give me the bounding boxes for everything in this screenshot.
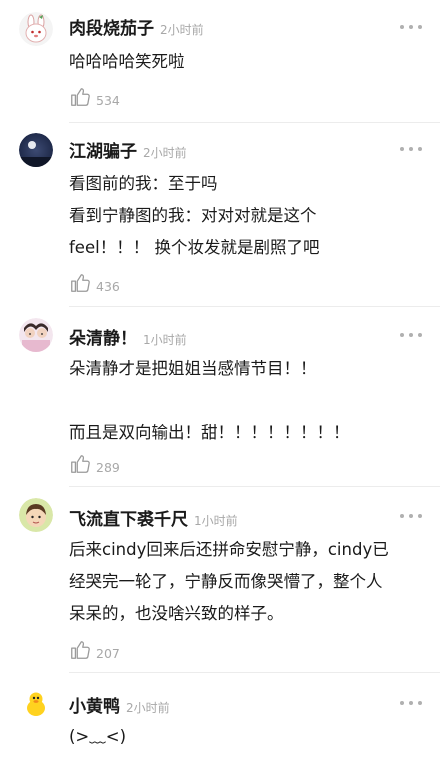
comment-line: 朵清静才是把姐姐当感情节目！！ xyxy=(69,359,317,378)
comment-header: 小黄鸭 2小时前 xyxy=(69,692,170,717)
like-count: 207 xyxy=(96,646,120,661)
timestamp: 1小时前 xyxy=(194,514,238,528)
username[interactable]: 肉段烧茄子 xyxy=(69,14,154,39)
thumbs-up-icon xyxy=(71,274,90,292)
comment-header: 飞流直下裘千尺 1小时前 xyxy=(69,505,238,530)
comment-text: 看图前的我：至于吗 看到宁静图的我：对对对就是这个 feel！！！ 换个妆发就是… xyxy=(69,168,426,264)
like-button[interactable]: 534 xyxy=(69,86,120,108)
more-dots-icon[interactable] xyxy=(400,145,422,153)
timestamp: 2小时前 xyxy=(126,701,170,715)
comment-line xyxy=(69,385,426,417)
comment-line: 看到宁静图的我：对对对就是这个 xyxy=(69,206,317,225)
comment-line: 呆呆的，也没啥兴致的样子。 xyxy=(69,604,284,623)
comment-line: (>﹏<) xyxy=(69,727,127,746)
comment-line: 看图前的我：至于吗 xyxy=(69,174,218,193)
comment-item: 江湖骗子 2小时前 看图前的我：至于吗 看到宁静图的我：对对对就是这个 feel… xyxy=(0,123,440,303)
comment-item: 朵清静！ 1小时前 朵清静才是把姐姐当感情节目！！ 而且是双向输出！甜！！！！！… xyxy=(0,307,440,485)
more-dots-icon[interactable] xyxy=(400,699,422,707)
comment-line: 哈哈哈哈笑死啦 xyxy=(69,52,185,71)
child-photo-avatar-icon[interactable] xyxy=(19,498,53,532)
comment-text: 哈哈哈哈笑死啦 xyxy=(69,46,426,78)
comment-header: 江湖骗子 2小时前 xyxy=(69,137,187,162)
more-dots-icon[interactable] xyxy=(400,23,422,31)
comment-line: 经哭完一轮了，宁静反而像哭懵了，整个人 xyxy=(69,572,383,591)
comment-item: 小黄鸭 2小时前 (>﹏<) xyxy=(0,673,440,759)
comment-text: (>﹏<) xyxy=(69,721,426,753)
moon-night-avatar-icon[interactable] xyxy=(19,133,53,167)
username[interactable]: 飞流直下裘千尺 xyxy=(69,505,188,530)
timestamp: 2小时前 xyxy=(160,23,204,37)
thumbs-up-icon xyxy=(71,88,90,106)
comment-item: 肉段烧茄子 2小时前 哈哈哈哈笑死啦 534 xyxy=(0,0,440,120)
timestamp: 2小时前 xyxy=(143,146,187,160)
like-button[interactable]: 207 xyxy=(69,639,120,661)
comment-header: 肉段烧茄子 2小时前 xyxy=(69,14,204,39)
comment-text: 后来cindy回来后还拼命安慰宁静，cindy已 经哭完一轮了，宁静反而像哭懵了… xyxy=(69,534,426,630)
more-dots-icon[interactable] xyxy=(400,331,422,339)
username[interactable]: 朵清静！ xyxy=(69,324,137,349)
yellow-duck-avatar-icon[interactable] xyxy=(19,687,53,721)
comment-header: 朵清静！ 1小时前 xyxy=(69,324,187,349)
more-dots-icon[interactable] xyxy=(400,512,422,520)
comment-line: 后来cindy回来后还拼命安慰宁静，cindy已 xyxy=(69,540,389,559)
like-button[interactable]: 289 xyxy=(69,453,120,475)
comment-line: 而且是双向输出！甜！！！！！！！！ xyxy=(69,423,350,442)
thumbs-up-icon xyxy=(71,641,90,659)
like-count: 436 xyxy=(96,279,120,294)
username[interactable]: 江湖骗子 xyxy=(69,137,137,162)
girl-photo-avatar-icon[interactable] xyxy=(19,318,53,352)
like-count: 289 xyxy=(96,460,120,475)
username[interactable]: 小黄鸭 xyxy=(69,692,120,717)
like-button[interactable]: 436 xyxy=(69,272,120,294)
comment-item: 飞流直下裘千尺 1小时前 后来cindy回来后还拼命安慰宁静，cindy已 经哭… xyxy=(0,487,440,670)
timestamp: 1小时前 xyxy=(143,333,187,347)
comment-text: 朵清静才是把姐姐当感情节目！！ 而且是双向输出！甜！！！！！！！！ xyxy=(69,353,426,449)
comment-line: feel！！！ 换个妆发就是剧照了吧 xyxy=(69,238,320,257)
like-count: 534 xyxy=(96,93,120,108)
rabbit-avatar-icon[interactable] xyxy=(19,12,53,46)
thumbs-up-icon xyxy=(71,455,90,473)
